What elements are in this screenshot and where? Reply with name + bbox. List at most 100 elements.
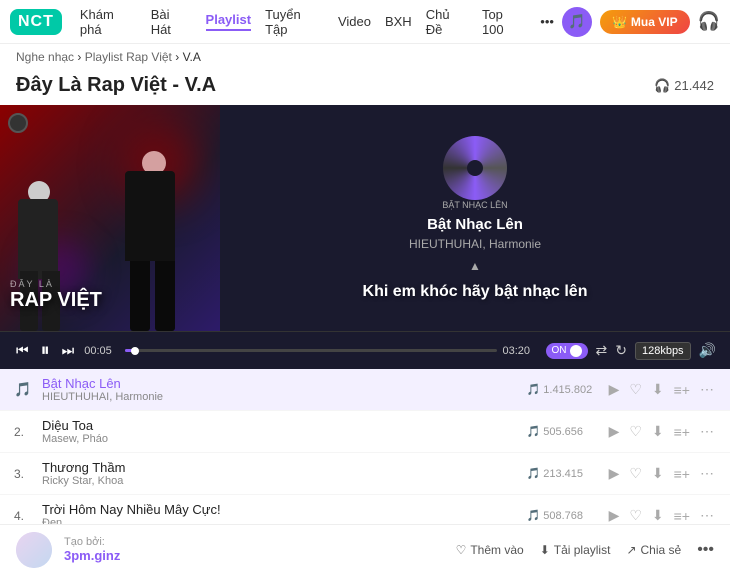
song-artists: Đen bbox=[42, 517, 527, 524]
download-button[interactable]: ⬇ Tải playlist bbox=[540, 543, 611, 557]
play-count-icon: 🎵 bbox=[527, 467, 541, 480]
header: NCT Khám phá Bài Hát Playlist Tuyển Tập … bbox=[0, 0, 730, 44]
volume-button[interactable]: 🔊 bbox=[699, 342, 716, 359]
like-button[interactable]: ♡ bbox=[627, 421, 644, 442]
vip-button[interactable]: 👑 Mua VIP bbox=[600, 10, 690, 34]
creator-name[interactable]: 3pm.ginz bbox=[64, 548, 120, 563]
play-count-value: 508.768 bbox=[543, 510, 583, 522]
share-button[interactable]: ↗ Chia sẻ bbox=[626, 543, 681, 557]
song-row[interactable]: 🎵 Bật Nhạc Lên HIEUTHUHAI, Harmonie 🎵 1.… bbox=[0, 369, 730, 411]
lyrics-display: Khi em khóc hãy bật nhạc lên bbox=[363, 283, 588, 301]
song-title-text[interactable]: Thương Thầm bbox=[42, 460, 125, 475]
more-options-button[interactable]: ⋯ bbox=[698, 505, 716, 524]
song-list: 🎵 Bật Nhạc Lên HIEUTHUHAI, Harmonie 🎵 1.… bbox=[0, 369, 730, 524]
song-title: Trời Hôm Nay Nhiều Mây Cực! bbox=[42, 502, 527, 517]
song-artists: HIEUTHUHAI, Harmonie bbox=[42, 391, 527, 403]
nav-playlist[interactable]: Playlist bbox=[206, 12, 252, 31]
prev-button[interactable]: ⏮ bbox=[14, 340, 31, 361]
download-song-button[interactable]: ⬇ bbox=[650, 463, 666, 484]
song-title-text[interactable]: Diệu Toa bbox=[42, 418, 93, 433]
page-title-row: Đây Là Rap Việt - V.A 🎧 21.442 bbox=[0, 70, 730, 105]
song-info: Diệu Toa Masew, Pháo bbox=[42, 418, 527, 445]
nav-bxh[interactable]: BXH bbox=[385, 14, 412, 29]
nav: Khám phá Bài Hát Playlist Tuyển Tập Vide… bbox=[80, 7, 554, 37]
play-count-icon: 🎵 bbox=[527, 425, 541, 438]
play-pause-button[interactable]: ⏸ bbox=[39, 338, 52, 363]
album-text: ĐÂY LÀ RAP VIỆT bbox=[10, 279, 102, 311]
song-row[interactable]: 2. Diệu Toa Masew, Pháo 🎵 505.656 ▶ ♡ ⬇ … bbox=[0, 411, 730, 453]
user-avatar[interactable]: 🎵 bbox=[562, 7, 592, 37]
add-to-playlist-button[interactable]: ≡+ bbox=[672, 422, 692, 442]
vip-label: Mua VIP bbox=[631, 15, 678, 29]
song-title-text[interactable]: Bật Nhạc Lên bbox=[42, 376, 121, 391]
next-button[interactable]: ⏭ bbox=[60, 340, 77, 361]
play-action-button[interactable]: ▶ bbox=[607, 463, 622, 484]
nav-bai-hat[interactable]: Bài Hát bbox=[151, 7, 192, 37]
created-by-label: Tạo bởi: bbox=[64, 536, 120, 548]
add-to-playlist-button[interactable]: ≡+ bbox=[672, 380, 692, 400]
play-action-button[interactable]: ▶ bbox=[607, 421, 622, 442]
breadcrumb-current: V.A bbox=[183, 50, 201, 64]
song-artists: Ricky Star, Khoa bbox=[42, 475, 527, 487]
headphone-icon[interactable]: 🎧 bbox=[698, 11, 720, 32]
toggle-button[interactable]: ON bbox=[546, 343, 588, 359]
quality-button[interactable]: 128kbps bbox=[635, 342, 691, 360]
disc-center bbox=[467, 160, 483, 176]
nav-tuyen-tap[interactable]: Tuyển Tập bbox=[265, 7, 324, 37]
progress-bar[interactable] bbox=[125, 349, 496, 352]
nav-chu-de[interactable]: Chủ Đề bbox=[426, 7, 468, 37]
song-plays: 🎵 508.768 bbox=[527, 509, 607, 522]
player-song-name: Bật Nhạc Lên bbox=[427, 216, 523, 233]
footer-more-button[interactable]: ••• bbox=[697, 541, 714, 559]
total-time: 03:20 bbox=[503, 345, 538, 357]
nav-more-icon[interactable]: ••• bbox=[540, 14, 554, 29]
add-to-button[interactable]: ♡ Thêm vào bbox=[456, 543, 524, 557]
more-options-button[interactable]: ⋯ bbox=[698, 463, 716, 484]
song-plays: 🎵 1.415.802 bbox=[527, 383, 607, 396]
play-count-icon: 🎵 bbox=[527, 383, 541, 396]
progress-dot bbox=[131, 347, 139, 355]
add-label: Thêm vào bbox=[470, 543, 523, 557]
logo[interactable]: NCT bbox=[10, 9, 62, 35]
shuffle-button[interactable]: ⇄ bbox=[596, 342, 608, 359]
repeat-button[interactable]: ↻ bbox=[615, 342, 627, 359]
song-row[interactable]: 4. Trời Hôm Nay Nhiều Mây Cực! Đen 🎵 508… bbox=[0, 495, 730, 524]
like-button[interactable]: ♡ bbox=[627, 505, 644, 524]
more-options-button[interactable]: ⋯ bbox=[698, 421, 716, 442]
album-art: ĐÂY LÀ RAP VIỆT bbox=[0, 105, 220, 331]
toggle-on-label: ON bbox=[552, 345, 567, 356]
like-button[interactable]: ♡ bbox=[627, 463, 644, 484]
current-time: 00:05 bbox=[84, 345, 119, 357]
playing-icon: 🎵 bbox=[14, 381, 31, 398]
headphone-count-icon: 🎧 bbox=[654, 78, 670, 94]
more-options-button[interactable]: ⋯ bbox=[698, 379, 716, 400]
download-song-button[interactable]: ⬇ bbox=[650, 421, 666, 442]
breadcrumb-playlist[interactable]: Playlist Rap Việt bbox=[85, 50, 172, 64]
song-number: 4. bbox=[14, 509, 42, 523]
play-action-button[interactable]: ▶ bbox=[607, 505, 622, 524]
page-title: Đây Là Rap Việt - V.A bbox=[16, 74, 216, 97]
expand-arrow-icon[interactable]: ▲ bbox=[469, 259, 481, 273]
song-title-text[interactable]: Trời Hôm Nay Nhiều Mây Cực! bbox=[42, 502, 221, 517]
breadcrumb-home[interactable]: Nghe nhạc bbox=[16, 50, 74, 64]
heart-icon: ♡ bbox=[456, 543, 467, 557]
like-button[interactable]: ♡ bbox=[627, 379, 644, 400]
song-info: Trời Hôm Nay Nhiều Mây Cực! Đen bbox=[42, 502, 527, 524]
nav-top100[interactable]: Top 100 bbox=[482, 7, 526, 37]
download-song-button[interactable]: ⬇ bbox=[650, 379, 666, 400]
listen-count: 🎧 21.442 bbox=[654, 78, 714, 94]
add-to-playlist-button[interactable]: ≡+ bbox=[672, 464, 692, 484]
add-to-playlist-button[interactable]: ≡+ bbox=[672, 506, 692, 525]
player-info: BẬT NHẠC LÊN Bật Nhạc Lên HIEUTHUHAI, Ha… bbox=[220, 116, 730, 321]
song-artists: Masew, Pháo bbox=[42, 433, 527, 445]
song-number: 2. bbox=[14, 425, 42, 439]
nav-kham-pha[interactable]: Khám phá bbox=[80, 7, 137, 37]
song-actions: ▶ ♡ ⬇ ≡+ ⋯ bbox=[607, 421, 716, 442]
song-row[interactable]: 3. Thương Thầm Ricky Star, Khoa 🎵 213.41… bbox=[0, 453, 730, 495]
play-action-button[interactable]: ▶ bbox=[607, 379, 622, 400]
play-count-value: 213.415 bbox=[543, 468, 583, 480]
download-song-button[interactable]: ⬇ bbox=[650, 505, 666, 524]
toggle-circle bbox=[570, 345, 582, 357]
nav-video[interactable]: Video bbox=[338, 14, 371, 29]
header-right: 🎵 👑 Mua VIP 🎧 bbox=[562, 7, 720, 37]
